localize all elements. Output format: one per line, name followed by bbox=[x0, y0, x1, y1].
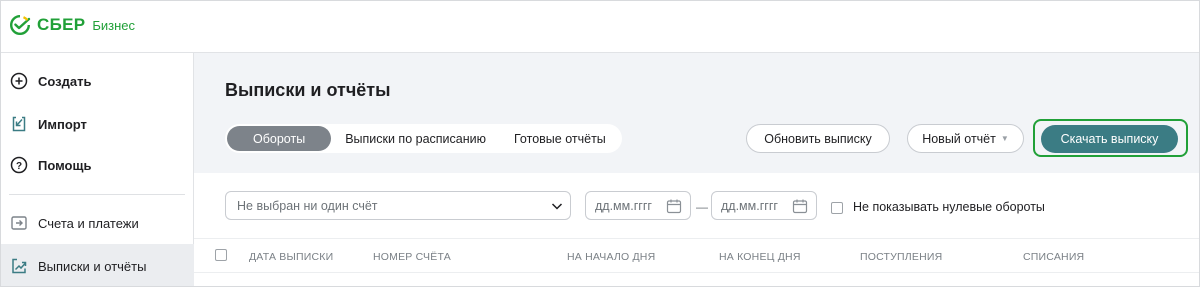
tab-scheduled-statements[interactable]: Выписки по расписанию bbox=[331, 126, 500, 151]
product-name: Бизнес bbox=[92, 17, 136, 33]
app-window: СБЕР Бизнес Создать Импорт ? Помощь Счет… bbox=[0, 0, 1200, 287]
hide-zero-checkbox[interactable] bbox=[831, 202, 843, 214]
account-select-placeholder: Не выбран ни один счёт bbox=[237, 198, 378, 213]
svg-text:?: ? bbox=[16, 161, 22, 172]
logo[interactable]: СБЕР Бизнес bbox=[9, 14, 135, 36]
download-button-highlight: Скачать выписку bbox=[1033, 119, 1188, 157]
tab-turnover[interactable]: Обороты bbox=[227, 126, 332, 151]
sidebar-item-statements[interactable]: Выписки и отчёты bbox=[1, 244, 194, 286]
column-header-date[interactable]: ДАТА ВЫПИСКИ bbox=[249, 251, 333, 263]
top-bar: СБЕР Бизнес bbox=[1, 1, 1199, 53]
sidebar-item-create[interactable]: Создать bbox=[1, 61, 194, 101]
sber-logo-icon bbox=[10, 15, 31, 35]
calendar-icon[interactable] bbox=[666, 198, 682, 214]
page-header: Выписки и отчёты Обороты Выписки по расп… bbox=[194, 53, 1199, 173]
help-circle-icon: ? bbox=[9, 155, 29, 175]
new-report-label: Новый отчёт bbox=[922, 131, 996, 146]
date-from-field[interactable]: дд.мм.гггг bbox=[585, 191, 691, 220]
main-content: Выписки и отчёты Обороты Выписки по расп… bbox=[194, 53, 1199, 286]
sidebar-item-label: Создать bbox=[38, 73, 92, 89]
plus-circle-icon bbox=[9, 71, 29, 91]
refresh-statement-button[interactable]: Обновить выписку bbox=[746, 124, 890, 153]
statements-icon bbox=[9, 256, 29, 276]
date-from-placeholder: дд.мм.гггг bbox=[595, 198, 652, 213]
download-statement-button[interactable]: Скачать выписку bbox=[1041, 125, 1178, 153]
sidebar-item-label: Импорт bbox=[38, 116, 87, 132]
sidebar-item-accounts[interactable]: Счета и платежи bbox=[1, 203, 194, 243]
column-header-closing-balance[interactable]: НА КОНЕЦ ДНЯ bbox=[719, 251, 801, 263]
sidebar-item-import[interactable]: Импорт bbox=[1, 104, 194, 144]
brand-name: СБЕР bbox=[37, 15, 86, 34]
sidebar: Создать Импорт ? Помощь Счета и платежи bbox=[1, 53, 194, 286]
account-select[interactable]: Не выбран ни один счёт bbox=[225, 191, 571, 220]
accounts-icon bbox=[9, 213, 29, 233]
new-report-button[interactable]: Новый отчёт ▼ bbox=[907, 124, 1024, 153]
tabs: Обороты Выписки по расписанию Готовые от… bbox=[225, 124, 622, 153]
sidebar-item-help[interactable]: ? Помощь bbox=[1, 145, 194, 185]
sidebar-item-label: Помощь bbox=[38, 157, 92, 173]
column-header-outgoing[interactable]: СПИСАНИЯ bbox=[1023, 251, 1084, 263]
table-header: ДАТА ВЫПИСКИ НОМЕР СЧЁТА НА НАЧАЛО ДНЯ Н… bbox=[194, 238, 1199, 273]
chevron-down-icon bbox=[551, 203, 563, 210]
caret-down-icon: ▼ bbox=[1000, 134, 1009, 143]
page-title: Выписки и отчёты bbox=[225, 80, 391, 100]
select-all-checkbox[interactable] bbox=[215, 249, 227, 261]
date-range-separator: — bbox=[696, 200, 708, 214]
date-to-placeholder: дд.мм.гггг bbox=[721, 198, 778, 213]
column-header-account[interactable]: НОМЕР СЧЁТА bbox=[373, 251, 451, 263]
calendar-icon[interactable] bbox=[792, 198, 808, 214]
column-header-opening-balance[interactable]: НА НАЧАЛО ДНЯ bbox=[567, 251, 655, 263]
import-icon bbox=[9, 114, 29, 134]
sidebar-divider bbox=[9, 194, 185, 195]
date-to-field[interactable]: дд.мм.гггг bbox=[711, 191, 817, 220]
sidebar-item-label: Выписки и отчёты bbox=[38, 258, 147, 274]
tab-ready-reports[interactable]: Готовые отчёты bbox=[500, 126, 620, 151]
column-header-incoming[interactable]: ПОСТУПЛЕНИЯ bbox=[860, 251, 942, 263]
hide-zero-label[interactable]: Не показывать нулевые обороты bbox=[853, 200, 1045, 214]
sidebar-item-label: Счета и платежи bbox=[38, 215, 139, 231]
